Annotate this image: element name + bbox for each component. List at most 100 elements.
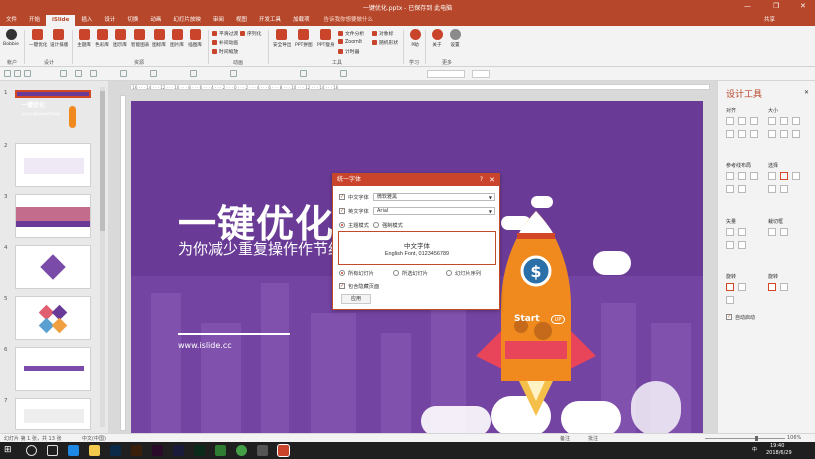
distribute-icon[interactable] [120, 70, 127, 77]
slide-thumb-6[interactable] [15, 347, 91, 391]
tell-me-search[interactable]: 告诉我你想要做什么 [323, 15, 373, 26]
zoomit-button[interactable]: ZoomIt [338, 39, 362, 45]
notes-button[interactable]: 备注 [560, 435, 570, 442]
size-icon[interactable] [780, 130, 788, 138]
smooth-transition-button[interactable]: 平滑过渡 [212, 30, 238, 37]
same-width-icon[interactable] [768, 117, 776, 125]
after-effects-icon[interactable] [173, 445, 184, 456]
guide-icon[interactable] [738, 172, 746, 180]
fill-icon[interactable] [300, 70, 307, 77]
align-center-icon[interactable] [738, 117, 746, 125]
powerpoint-icon[interactable] [277, 444, 290, 457]
auto-apply-checkbox[interactable]: ✓ [726, 314, 732, 320]
tab-animations[interactable]: 动画 [144, 15, 167, 26]
align-bottom-icon[interactable] [750, 130, 758, 138]
cn-font-select[interactable]: 微软雅黑 ▼ [373, 193, 495, 201]
wechat-icon[interactable] [236, 445, 247, 456]
en-font-checkbox[interactable]: ✓ [339, 208, 345, 214]
account-button[interactable]: Bobbie [3, 29, 19, 47]
slide-thumb-7[interactable] [15, 398, 91, 430]
zoom-slider-handle[interactable] [755, 436, 758, 441]
folder-icon[interactable] [89, 445, 100, 456]
vector-icon[interactable] [726, 228, 734, 236]
help-button[interactable]: ? [480, 174, 483, 186]
ppt-puzzle-button[interactable]: PPT拼图 [295, 29, 313, 48]
select-icon[interactable] [780, 185, 788, 193]
crop-icon[interactable] [780, 228, 788, 236]
task-view-icon[interactable] [47, 445, 58, 456]
one-click-optimize-button[interactable]: 一键优化 [29, 29, 47, 48]
minimize-button[interactable]: — [744, 2, 751, 10]
zoom-slider[interactable] [705, 438, 785, 439]
smart-chart-button[interactable]: 智能图表 [131, 29, 149, 48]
scope-selected-radio[interactable] [393, 270, 399, 276]
tab-insert[interactable]: 插入 [75, 15, 98, 26]
windows-start-icon[interactable]: ⊞ [4, 445, 15, 456]
edge-icon[interactable] [68, 445, 79, 456]
align-right-icon[interactable] [90, 70, 97, 77]
guide-icon[interactable] [726, 185, 734, 193]
p-helper-button[interactable]: P助 [407, 29, 423, 48]
slide-thumb-5[interactable] [15, 296, 91, 340]
rotate-icon[interactable] [768, 283, 776, 291]
select-icon[interactable] [768, 185, 776, 193]
tab-islide[interactable]: iSlide [46, 15, 76, 26]
tab-view[interactable]: 视图 [230, 15, 253, 26]
size-field[interactable] [472, 70, 490, 78]
rotate-icon[interactable] [738, 283, 746, 291]
animate-icon[interactable] [194, 445, 205, 456]
cn-font-checkbox[interactable]: ✓ [339, 194, 345, 200]
group-icon[interactable] [150, 70, 157, 77]
safe-export-button[interactable]: 安全导出 [273, 29, 291, 48]
time-scale-button[interactable]: 时间缩放 [212, 48, 238, 55]
tab-transitions[interactable]: 切换 [121, 15, 144, 26]
align-left-icon[interactable] [60, 70, 67, 77]
close-button[interactable]: ✕ [800, 2, 806, 10]
rotate-icon[interactable] [190, 70, 197, 77]
about-button[interactable]: 关于 [429, 29, 445, 48]
same-size-icon[interactable] [792, 117, 800, 125]
align-top-icon[interactable] [726, 130, 734, 138]
share-button[interactable]: 共享 [764, 15, 775, 23]
tab-developer[interactable]: 开发工具 [253, 15, 287, 26]
tab-review[interactable]: 审阅 [207, 15, 230, 26]
random-shape-button[interactable]: 随机形状 [372, 39, 398, 46]
tween-animation-button[interactable]: 补间动画 [212, 39, 238, 46]
slide-subtitle[interactable]: 为你减少重复操作作节约时 [178, 238, 358, 259]
thumbnail-scrollbar[interactable] [100, 87, 105, 427]
crop-icon[interactable] [230, 70, 237, 77]
tab-slideshow[interactable]: 幻灯片放映 [167, 15, 207, 26]
panel-close-icon[interactable]: ✕ [804, 89, 809, 96]
rotate-icon[interactable] [726, 296, 734, 304]
slide-thumb-4[interactable] [15, 245, 91, 289]
illustration-library-button[interactable]: 插图库 [187, 29, 203, 48]
ime-indicator[interactable]: 中 [752, 446, 757, 453]
dialog-close-button[interactable]: ✕ [489, 174, 495, 186]
object-mark-button[interactable]: 对象标 [372, 30, 393, 37]
settings-button[interactable]: 设置 [447, 29, 463, 48]
image-library-button[interactable]: 图片库 [169, 29, 185, 48]
guide-icon[interactable] [738, 185, 746, 193]
vector-icon[interactable] [726, 241, 734, 249]
comments-button[interactable]: 批注 [588, 435, 598, 442]
slide-url[interactable]: www.islide.cc [178, 341, 232, 350]
align-right-icon[interactable] [750, 117, 758, 125]
same-height-icon[interactable] [780, 117, 788, 125]
slide-thumb-1[interactable]: 一键优化 为你减少重复操作作节约时间 [15, 90, 91, 128]
font-size-field[interactable] [427, 70, 465, 78]
vector-icon[interactable] [738, 228, 746, 236]
restore-button[interactable]: ❐ [773, 2, 779, 10]
scope-all-radio[interactable] [339, 270, 345, 276]
size-icon[interactable] [768, 130, 776, 138]
select-icon[interactable] [792, 172, 800, 180]
design-layout-button[interactable]: 设计排版 [50, 29, 68, 48]
size-icon[interactable] [792, 130, 800, 138]
tab-addins[interactable]: 加载项 [287, 15, 316, 26]
serialize-button[interactable]: 序列化 [240, 30, 261, 37]
timer-button[interactable]: 计时器 [338, 48, 359, 55]
slide-thumb-3[interactable] [15, 194, 91, 238]
guide-icon[interactable] [726, 172, 734, 180]
theme-library-button[interactable]: 主题库 [76, 29, 92, 48]
include-hidden-checkbox[interactable]: ✓ [339, 283, 345, 289]
select-icon[interactable] [768, 172, 776, 180]
